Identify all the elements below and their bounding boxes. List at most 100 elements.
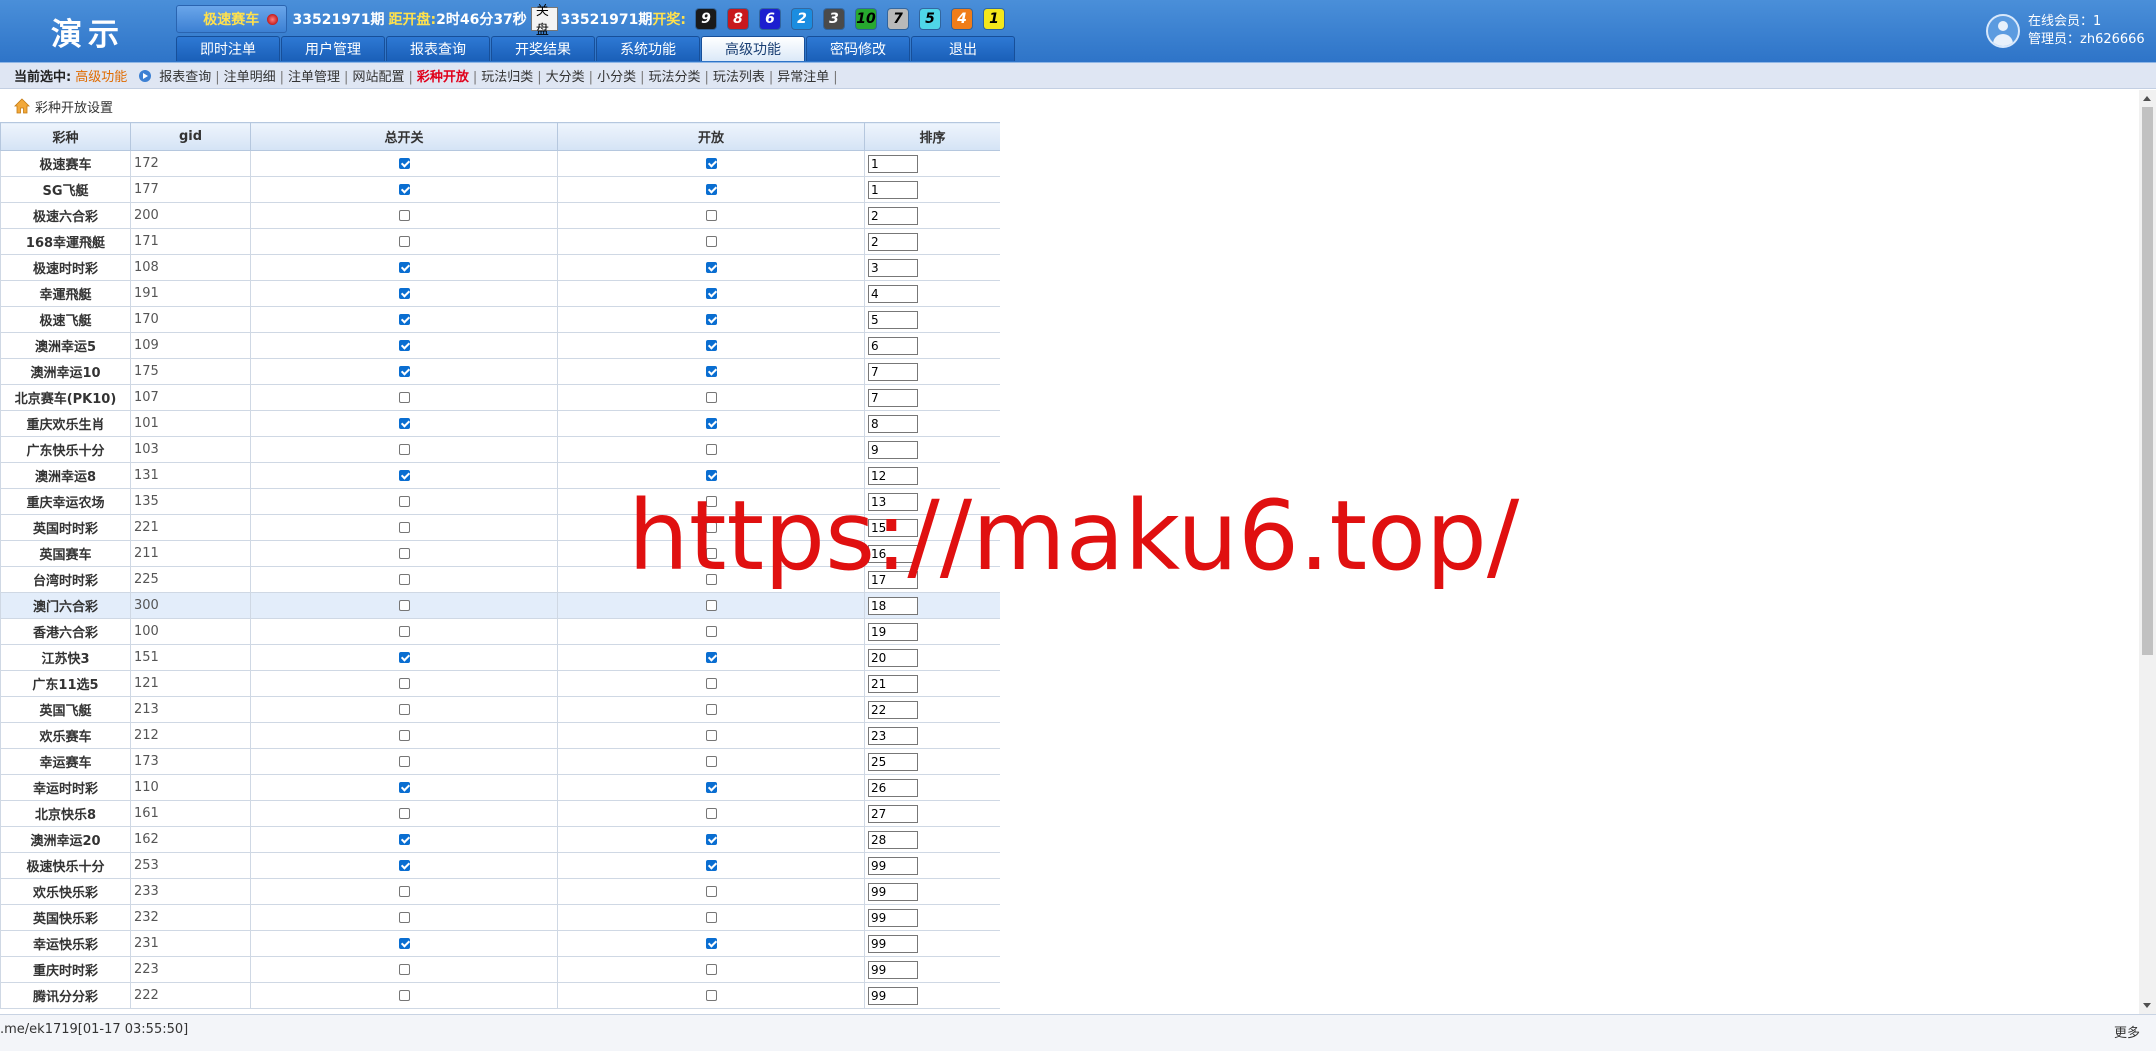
sort-order-input[interactable] (868, 206, 918, 225)
sort-order-input[interactable] (868, 908, 918, 927)
open-checkbox[interactable] (705, 600, 717, 611)
master-switch-checkbox[interactable] (398, 834, 410, 845)
sort-order-input[interactable] (868, 622, 918, 641)
sort-order-input[interactable] (868, 700, 918, 719)
open-checkbox[interactable] (705, 288, 717, 299)
master-switch-checkbox[interactable] (398, 210, 410, 221)
open-checkbox[interactable] (705, 210, 717, 221)
master-switch-checkbox[interactable] (398, 340, 410, 351)
master-switch-checkbox[interactable] (398, 574, 410, 585)
scroll-down-arrow-icon[interactable] (2143, 1003, 2151, 1008)
sort-order-input[interactable] (868, 882, 918, 901)
open-checkbox[interactable] (705, 782, 717, 793)
sort-order-input[interactable] (868, 284, 918, 303)
master-switch-checkbox[interactable] (398, 548, 410, 559)
nav-tab[interactable]: 退出 (911, 36, 1015, 61)
master-switch-checkbox[interactable] (398, 678, 410, 689)
sub-nav-link[interactable]: 玩法归类 (481, 70, 533, 85)
more-link[interactable]: 更多 (2114, 1022, 2140, 1041)
sort-order-input[interactable] (868, 362, 918, 381)
open-checkbox[interactable] (705, 704, 717, 715)
sort-order-input[interactable] (868, 414, 918, 433)
sort-order-input[interactable] (868, 336, 918, 355)
master-switch-checkbox[interactable] (398, 470, 410, 481)
sub-nav-link[interactable]: 网站配置 (352, 70, 404, 85)
sort-order-input[interactable] (868, 934, 918, 953)
master-switch-checkbox[interactable] (398, 314, 410, 325)
master-switch-checkbox[interactable] (398, 860, 410, 871)
nav-tab[interactable]: 开奖结果 (491, 36, 595, 61)
open-checkbox[interactable] (705, 678, 717, 689)
sub-nav-link[interactable]: 注单明细 (224, 70, 276, 85)
master-switch-checkbox[interactable] (398, 184, 410, 195)
master-switch-checkbox[interactable] (398, 392, 410, 403)
sub-nav-link[interactable]: 玩法列表 (713, 70, 765, 85)
open-checkbox[interactable] (705, 236, 717, 247)
master-switch-checkbox[interactable] (398, 964, 410, 975)
sort-order-input[interactable] (868, 778, 918, 797)
master-switch-checkbox[interactable] (398, 236, 410, 247)
nav-tab[interactable]: 报表查询 (386, 36, 490, 61)
master-switch-checkbox[interactable] (398, 600, 410, 611)
open-checkbox[interactable] (705, 990, 717, 1001)
master-switch-checkbox[interactable] (398, 990, 410, 1001)
nav-tab[interactable]: 密码修改 (806, 36, 910, 61)
sort-order-input[interactable] (868, 804, 918, 823)
master-switch-checkbox[interactable] (398, 366, 410, 377)
sort-order-input[interactable] (868, 388, 918, 407)
open-checkbox[interactable] (705, 834, 717, 845)
open-checkbox[interactable] (705, 938, 717, 949)
master-switch-checkbox[interactable] (398, 912, 410, 923)
master-switch-checkbox[interactable] (398, 262, 410, 273)
master-switch-checkbox[interactable] (398, 730, 410, 741)
sub-nav-link[interactable]: 玩法分类 (648, 70, 700, 85)
open-checkbox[interactable] (705, 730, 717, 741)
master-switch-checkbox[interactable] (398, 496, 410, 507)
sort-order-input[interactable] (868, 596, 918, 615)
open-checkbox[interactable] (705, 808, 717, 819)
master-switch-checkbox[interactable] (398, 158, 410, 169)
scroll-up-arrow-icon[interactable] (2143, 96, 2151, 101)
open-checkbox[interactable] (705, 444, 717, 455)
master-switch-checkbox[interactable] (398, 288, 410, 299)
sort-order-input[interactable] (868, 960, 918, 979)
open-checkbox[interactable] (705, 392, 717, 403)
open-checkbox[interactable] (705, 652, 717, 663)
sub-nav-link[interactable]: 异常注单 (777, 70, 829, 85)
master-switch-checkbox[interactable] (398, 756, 410, 767)
master-switch-checkbox[interactable] (398, 938, 410, 949)
sort-order-input[interactable] (868, 310, 918, 329)
vertical-scrollbar[interactable] (2139, 90, 2156, 1014)
sort-order-input[interactable] (868, 258, 918, 277)
nav-tab[interactable]: 系统功能 (596, 36, 700, 61)
sort-order-input[interactable] (868, 180, 918, 199)
master-switch-checkbox[interactable] (398, 522, 410, 533)
master-switch-checkbox[interactable] (398, 886, 410, 897)
close-market-button[interactable]: 关盘 (530, 4, 559, 38)
open-checkbox[interactable] (705, 912, 717, 923)
master-switch-checkbox[interactable] (398, 652, 410, 663)
master-switch-checkbox[interactable] (398, 808, 410, 819)
sort-order-input[interactable] (868, 648, 918, 667)
nav-tab[interactable]: 用户管理 (281, 36, 385, 61)
nav-tab[interactable]: 高级功能 (701, 36, 805, 61)
sort-order-input[interactable] (868, 440, 918, 459)
sort-order-input[interactable] (868, 856, 918, 875)
scrollbar-thumb[interactable] (2142, 107, 2153, 655)
master-switch-checkbox[interactable] (398, 418, 410, 429)
open-checkbox[interactable] (705, 964, 717, 975)
nav-tab[interactable]: 即时注单 (176, 36, 280, 61)
sub-nav-link[interactable]: 报表查询 (159, 70, 211, 85)
open-checkbox[interactable] (705, 314, 717, 325)
open-checkbox[interactable] (705, 262, 717, 273)
open-checkbox[interactable] (705, 340, 717, 351)
open-checkbox[interactable] (705, 860, 717, 871)
sort-order-input[interactable] (868, 830, 918, 849)
sort-order-input[interactable] (868, 986, 918, 1005)
open-checkbox[interactable] (705, 418, 717, 429)
sub-nav-link[interactable]: 小分类 (597, 70, 636, 85)
open-checkbox[interactable] (705, 366, 717, 377)
open-checkbox[interactable] (705, 158, 717, 169)
master-switch-checkbox[interactable] (398, 782, 410, 793)
sort-order-input[interactable] (868, 752, 918, 771)
